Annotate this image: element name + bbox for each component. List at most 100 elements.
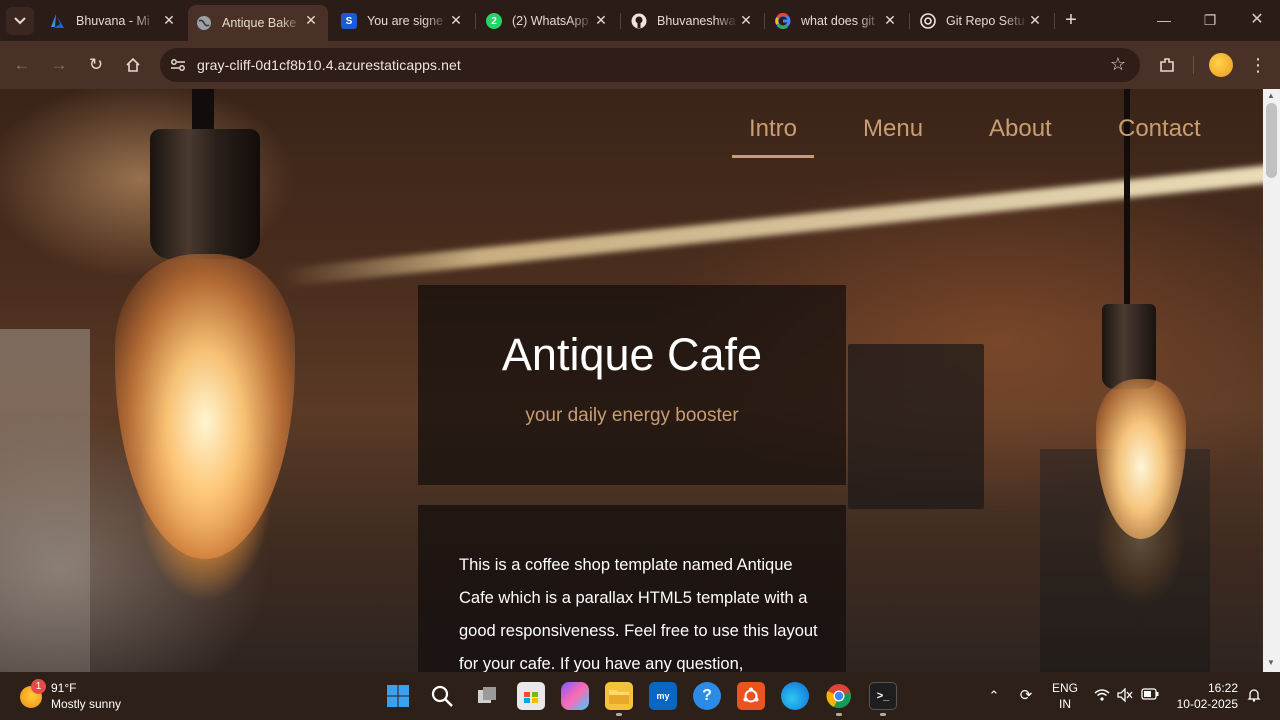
tab-separator — [909, 13, 910, 29]
file-explorer-icon[interactable] — [605, 682, 633, 710]
browser-tab-active[interactable]: Antique Bake ✕ — [188, 5, 328, 41]
battery-icon[interactable] — [1141, 688, 1159, 704]
chevron-down-icon — [14, 17, 26, 25]
github-icon — [631, 13, 647, 29]
close-tab-icon[interactable]: ✕ — [739, 13, 753, 27]
tab-separator — [475, 13, 476, 29]
close-tab-icon[interactable]: ✕ — [1028, 13, 1042, 27]
close-tab-icon[interactable]: ✕ — [304, 13, 318, 27]
scroll-thumb[interactable] — [1266, 103, 1277, 178]
browser-tab[interactable]: S You are signe ✕ — [333, 5, 473, 37]
nav-intro-link[interactable]: Intro — [749, 115, 797, 143]
show-hidden-icons-chevron-icon[interactable]: ⌃ — [985, 688, 1003, 704]
browser-toolbar: ← → ↻ gray-cliff-0d1cf8b10.4.azurestatic… — [0, 41, 1280, 89]
url-text[interactable]: gray-cliff-0d1cf8b10.4.azurestaticapps.n… — [197, 57, 461, 73]
edge-icon[interactable] — [781, 682, 809, 710]
google-icon — [775, 13, 791, 29]
notification-bell-icon[interactable] — [1245, 688, 1263, 704]
forward-button[interactable]: → — [45, 51, 73, 79]
task-view-icon[interactable] — [473, 682, 501, 710]
hero-box: Antique Cafe your daily energy booster — [418, 285, 846, 485]
close-tab-icon[interactable]: ✕ — [883, 13, 897, 27]
browser-tab-strip: Bhuvana - Mi ✕ Antique Bake ✕ S You are … — [0, 0, 1280, 41]
tab-separator — [1054, 13, 1055, 29]
home-icon — [126, 57, 140, 72]
close-tab-icon[interactable]: ✕ — [162, 13, 176, 27]
intro-box: This is a coffee shop template named Ant… — [418, 505, 846, 672]
scroll-down-arrow-icon[interactable]: ▼ — [1267, 658, 1275, 667]
more-menu-icon[interactable]: ⋮ — [1245, 52, 1271, 78]
background-light-beam — [279, 164, 1263, 287]
close-window-button[interactable]: ✕ — [1242, 8, 1272, 32]
ubuntu-icon[interactable] — [737, 682, 765, 710]
nav-about-link[interactable]: About — [989, 115, 1052, 143]
weather-description[interactable]: Mostly sunny — [51, 697, 121, 711]
active-nav-underline — [732, 155, 814, 158]
scroll-up-arrow-icon[interactable]: ▲ — [1267, 91, 1275, 100]
tab-title: Git Repo Setu — [946, 14, 1025, 28]
toolbar-divider — [1193, 56, 1194, 74]
running-indicator — [880, 713, 886, 716]
home-button[interactable] — [119, 51, 147, 79]
browser-tab[interactable]: Bhuvana - Mi ✕ — [42, 5, 186, 37]
edison-bulb-left — [115, 254, 295, 559]
weather-temperature[interactable]: 91°F — [51, 681, 76, 695]
running-indicator — [616, 713, 622, 716]
sync-icon[interactable]: ⟳ — [1017, 688, 1035, 704]
new-tab-button[interactable]: + — [1060, 9, 1082, 31]
whatsapp-icon: 2 — [486, 13, 502, 29]
tab-title: Bhuvaneshwa — [657, 14, 736, 28]
back-button[interactable]: ← — [8, 51, 36, 79]
search-icon[interactable] — [428, 682, 456, 710]
profile-avatar[interactable] — [1209, 53, 1233, 77]
chatgpt-icon — [920, 13, 936, 29]
running-indicator — [836, 713, 842, 716]
background-shelf — [0, 329, 90, 672]
terminal-icon[interactable]: >_ — [869, 682, 897, 710]
chrome-icon[interactable] — [825, 682, 853, 710]
tab-separator — [764, 13, 765, 29]
browser-tab[interactable]: what does git ✕ — [767, 5, 907, 37]
browser-tab[interactable]: 2 (2) WhatsApp ✕ — [478, 5, 618, 37]
clock-date[interactable]: 10-02-2025 — [1168, 697, 1238, 711]
language-indicator[interactable]: ENG — [1050, 681, 1080, 695]
site-title: Antique Cafe — [501, 329, 763, 380]
nav-menu-link[interactable]: Menu — [863, 115, 923, 143]
browser-tab[interactable]: Git Repo Setu ✕ — [912, 5, 1052, 37]
globe-icon — [196, 15, 212, 31]
speaker-muted-icon[interactable] — [1116, 687, 1134, 704]
myhp-icon[interactable]: my — [649, 682, 677, 710]
help-icon[interactable]: ? — [693, 682, 721, 710]
weather-badge: 1 — [31, 679, 46, 694]
close-tab-icon[interactable]: ✕ — [449, 13, 463, 27]
tab-separator — [620, 13, 621, 29]
reload-button[interactable]: ↻ — [82, 51, 110, 79]
tab-title: Antique Bake — [222, 16, 297, 30]
site-info-icon[interactable] — [168, 55, 188, 75]
lamp-socket — [150, 129, 260, 259]
address-bar[interactable]: gray-cliff-0d1cf8b10.4.azurestaticapps.n… — [160, 48, 1140, 82]
store-icon[interactable] — [517, 682, 545, 710]
close-tab-icon[interactable]: ✕ — [594, 13, 608, 27]
page-scrollbar[interactable]: ▲ ▼ — [1263, 89, 1280, 672]
start-icon[interactable] — [384, 682, 412, 710]
tab-title: Bhuvana - Mi — [76, 14, 150, 28]
minimize-button[interactable]: — — [1149, 8, 1179, 32]
tab-title: what does git — [801, 14, 875, 28]
site-tagline: your daily energy booster — [525, 405, 739, 426]
extensions-icon[interactable] — [1154, 52, 1180, 78]
browser-tab[interactable]: Bhuvaneshwa ✕ — [623, 5, 763, 37]
nav-contact-link[interactable]: Contact — [1118, 115, 1201, 143]
input-region-indicator[interactable]: IN — [1050, 697, 1080, 711]
lamp-socket — [1102, 304, 1156, 389]
copilot-icon[interactable] — [561, 682, 589, 710]
restore-button[interactable]: ❐ — [1195, 8, 1225, 32]
bookmark-star-icon[interactable]: ☆ — [1110, 54, 1126, 75]
background-chalkboard — [848, 344, 984, 509]
s-logo-icon: S — [341, 13, 357, 29]
wifi-icon[interactable] — [1093, 688, 1111, 704]
tab-title: You are signe — [367, 14, 443, 28]
tab-search-button[interactable] — [6, 7, 34, 35]
clock-time[interactable]: 16:22 — [1198, 681, 1238, 695]
tab-title: (2) WhatsApp — [512, 14, 589, 28]
